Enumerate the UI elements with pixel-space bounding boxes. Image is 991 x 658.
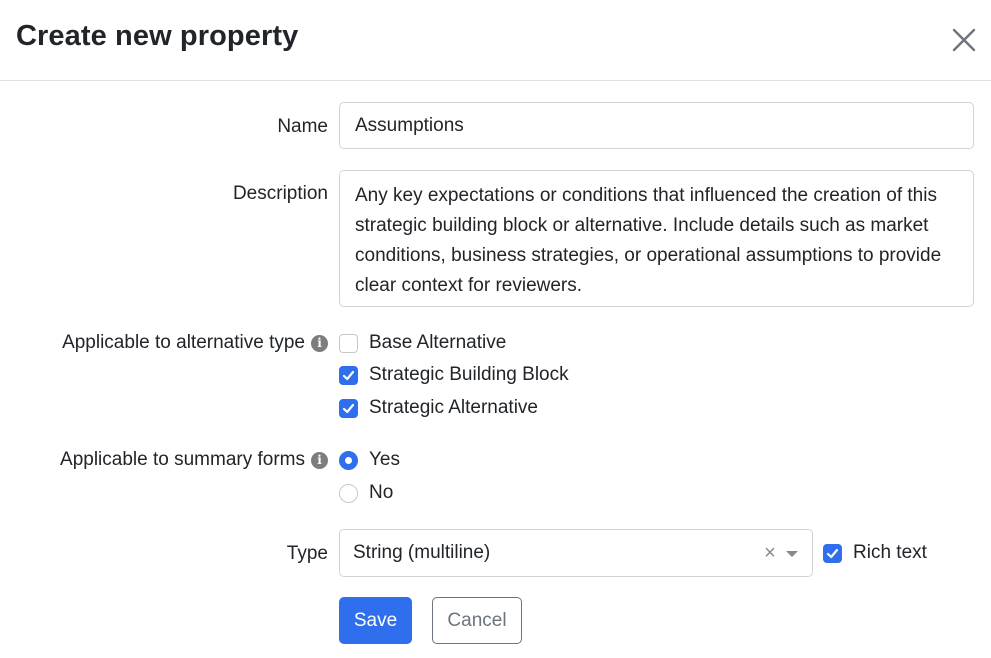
- alternative-type-label-text: Applicable to alternative type: [62, 332, 305, 353]
- checkbox-label: Base Alternative: [369, 332, 507, 353]
- radio-button[interactable]: [339, 483, 358, 503]
- radio-button[interactable]: [339, 450, 358, 470]
- checkmark-icon: [342, 403, 355, 413]
- summary-forms-label-text: Applicable to summary forms: [60, 449, 305, 470]
- radio-label: No: [369, 482, 394, 503]
- chevron-down-icon[interactable]: [786, 551, 798, 557]
- type-label: Type: [286, 543, 328, 564]
- checkbox-label: Strategic Building Block: [369, 364, 569, 385]
- checkbox-label: Rich text: [853, 542, 927, 563]
- radio-label: Yes: [369, 449, 400, 470]
- type-select-value: String (multiline): [353, 542, 491, 563]
- name-input[interactable]: [339, 102, 974, 149]
- radio-no[interactable]: No: [339, 481, 393, 505]
- checkbox-base-alternative[interactable]: Base Alternative: [339, 331, 506, 355]
- clear-icon[interactable]: ×: [761, 543, 779, 563]
- checkbox-box[interactable]: [339, 365, 358, 385]
- description-textarea[interactable]: Any key expectations or conditions that …: [339, 170, 974, 307]
- checkbox-box[interactable]: [339, 333, 358, 353]
- alternative-type-label: Applicable to alternative type i: [62, 332, 328, 354]
- cancel-button[interactable]: Cancel: [432, 597, 522, 644]
- radio-yes[interactable]: Yes: [339, 448, 400, 472]
- info-icon[interactable]: i: [311, 452, 328, 469]
- checkbox-label: Strategic Alternative: [369, 397, 538, 418]
- save-button[interactable]: Save: [339, 597, 412, 644]
- checkbox-rich-text[interactable]: Rich text: [823, 541, 927, 565]
- checkmark-icon: [342, 370, 355, 380]
- dialog-title: Create new property: [16, 20, 299, 52]
- checkbox-strategic-alternative[interactable]: Strategic Alternative: [339, 396, 538, 420]
- name-label: Name: [277, 116, 328, 137]
- checkbox-box[interactable]: [823, 543, 842, 563]
- dialog-header: Create new property: [0, 0, 991, 81]
- checkbox-box[interactable]: [339, 398, 358, 418]
- summary-forms-label: Applicable to summary forms i: [60, 449, 328, 471]
- checkmark-icon: [826, 548, 839, 558]
- info-icon[interactable]: i: [311, 335, 328, 352]
- description-label: Description: [232, 183, 328, 204]
- checkbox-strategic-building-block[interactable]: Strategic Building Block: [339, 363, 569, 387]
- type-select[interactable]: String (multiline) ×: [339, 529, 813, 577]
- close-icon[interactable]: [950, 26, 978, 54]
